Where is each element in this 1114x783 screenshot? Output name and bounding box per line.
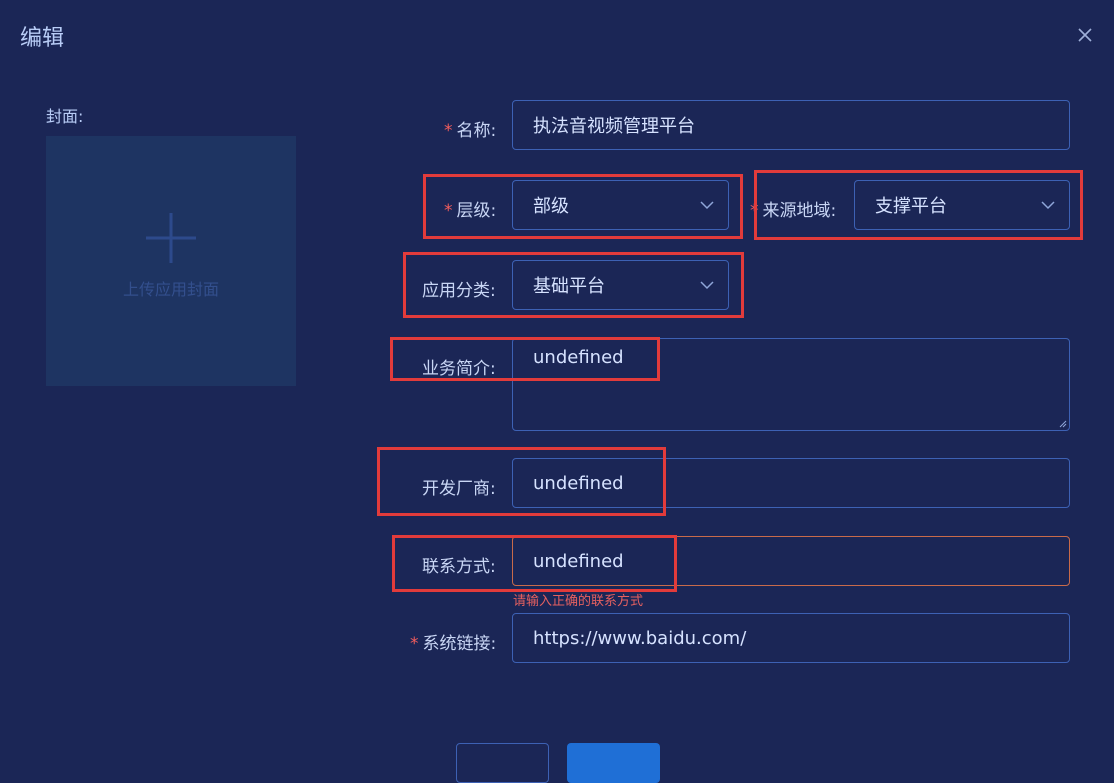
link-input[interactable]: https://www.baidu.com/	[512, 613, 1070, 663]
level-value: 部级	[533, 196, 569, 217]
contact-value: undefined	[533, 550, 624, 572]
level-select[interactable]: 部级	[512, 180, 729, 230]
cover-label: 封面:	[46, 107, 84, 126]
description-label: 业务简介:	[422, 359, 496, 379]
close-icon	[1078, 28, 1092, 42]
upload-text: 上传应用封面	[122, 280, 219, 299]
level-label: * 层级:	[444, 196, 496, 221]
confirm-button[interactable]	[567, 743, 660, 783]
resize-handle-icon[interactable]	[1057, 418, 1067, 428]
cover-upload-area[interactable]: 上传应用封面	[46, 136, 296, 386]
required-mark: *	[444, 121, 453, 141]
vendor-value: undefined	[533, 472, 624, 494]
source-region-label: * 来源地域:	[750, 196, 836, 221]
source-region-value: 支撑平台	[875, 196, 947, 217]
required-mark: *	[410, 634, 419, 654]
plus-icon	[146, 213, 196, 263]
name-label: * 名称:	[444, 116, 496, 141]
vendor-input[interactable]: undefined	[512, 458, 1070, 508]
chevron-down-icon	[700, 281, 714, 290]
category-select[interactable]: 基础平台	[512, 260, 729, 310]
name-label-text: 名称:	[456, 121, 497, 141]
contact-label: 联系方式:	[422, 557, 496, 577]
level-label-text: 层级:	[456, 201, 497, 221]
category-label: 应用分类:	[422, 281, 496, 301]
category-value: 基础平台	[533, 276, 605, 297]
required-mark: *	[750, 201, 759, 221]
description-textarea[interactable]: undefined	[512, 338, 1070, 431]
description-value: undefined	[533, 347, 624, 368]
dialog-title: 编辑	[20, 26, 65, 51]
contact-input[interactable]: undefined	[512, 536, 1070, 586]
close-button[interactable]	[1074, 24, 1096, 46]
name-value: 执法音视频管理平台	[533, 116, 695, 137]
source-region-select[interactable]: 支撑平台	[854, 180, 1070, 230]
link-label-text: 系统链接:	[422, 634, 497, 654]
source-region-label-text: 来源地域:	[762, 201, 837, 221]
required-mark: *	[444, 201, 453, 221]
cancel-button[interactable]	[456, 743, 549, 783]
link-value: https://www.baidu.com/	[533, 627, 747, 649]
vendor-label: 开发厂商:	[422, 479, 496, 499]
contact-error-message: 请输入正确的联系方式	[513, 594, 644, 609]
chevron-down-icon	[700, 201, 714, 210]
link-label: * 系统链接:	[410, 629, 496, 654]
name-input[interactable]: 执法音视频管理平台	[512, 100, 1070, 150]
chevron-down-icon	[1041, 201, 1055, 210]
